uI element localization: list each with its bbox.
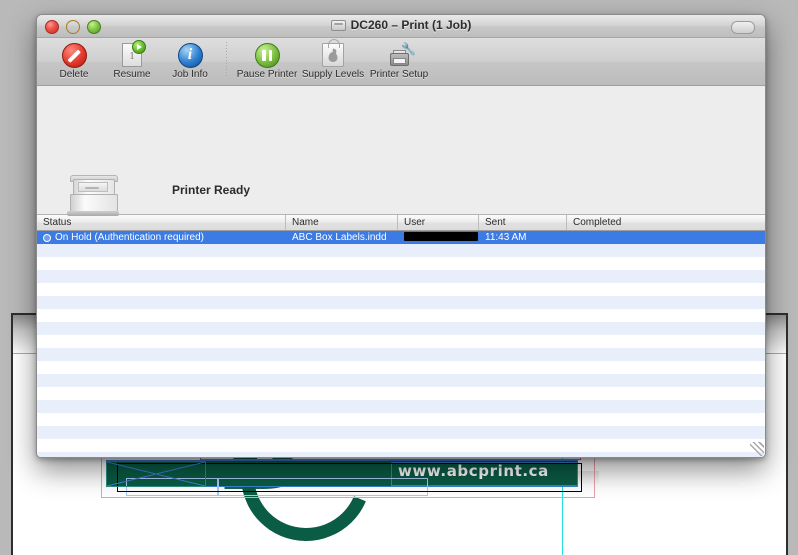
table-row-empty[interactable] — [37, 322, 765, 335]
printer-status-text: Printer Ready — [172, 183, 251, 197]
table-row-empty[interactable] — [37, 244, 765, 257]
pause-printer-button[interactable]: Pause Printer — [234, 38, 300, 80]
printer-status-area: Printer Ready — [37, 86, 765, 216]
window-title-text: DC260 – Print (1 Job) — [350, 18, 472, 32]
delete-button-label: Delete — [59, 69, 89, 80]
info-icon: i — [177, 41, 203, 68]
column-header-user[interactable]: User — [398, 215, 479, 230]
table-row-empty[interactable] — [37, 335, 765, 348]
pause-printer-button-label: Pause Printer — [236, 69, 298, 80]
table-row-empty[interactable] — [37, 296, 765, 309]
table-row-empty[interactable] — [37, 439, 765, 452]
table-row-empty[interactable] — [37, 257, 765, 270]
printer-setup-button-label: Printer Setup — [369, 69, 429, 80]
column-header-completed[interactable]: Completed — [567, 215, 765, 230]
job-info-button-label: Job Info — [172, 69, 208, 80]
window-resize-grip[interactable] — [750, 442, 764, 456]
printer-setup-icon: 🔧 — [386, 41, 416, 67]
printer-icon — [330, 19, 346, 31]
table-row-empty[interactable] — [37, 387, 765, 400]
printer-setup-button[interactable]: 🔧 Printer Setup — [366, 38, 432, 80]
table-row-empty[interactable] — [37, 361, 765, 374]
table-row-empty[interactable] — [37, 283, 765, 296]
supply-levels-button[interactable]: Supply Levels — [300, 38, 366, 80]
job-user-cell — [398, 231, 479, 244]
empty-frame-cross — [107, 462, 205, 486]
job-list-header: Status Name User Sent Completed — [37, 215, 765, 231]
table-row[interactable]: On Hold (Authentication required) ABC Bo… — [37, 231, 765, 244]
column-header-name[interactable]: Name — [286, 215, 398, 230]
table-row-empty[interactable] — [37, 309, 765, 322]
resume-button-label: Resume — [113, 69, 151, 80]
table-row-empty[interactable] — [37, 426, 765, 439]
pause-icon — [254, 41, 280, 68]
delete-button[interactable]: Delete — [45, 38, 103, 80]
job-info-button[interactable]: i Job Info — [161, 38, 219, 80]
window-toolbar: Delete 1 Resume i Job Info Pause Printer… — [37, 38, 765, 86]
laser-printer-illustration — [66, 170, 120, 216]
job-sent-text: 11:43 AM — [485, 232, 527, 243]
toolbar-separator — [226, 42, 227, 76]
window-titlebar[interactable]: DC260 – Print (1 Job) — [37, 15, 765, 38]
toolbar-toggle-button[interactable] — [731, 21, 755, 34]
resume-icon: 1 — [119, 40, 146, 67]
column-header-status[interactable]: Status — [37, 215, 286, 230]
table-row-empty[interactable] — [37, 400, 765, 413]
job-name-text: ABC Box Labels.indd — [292, 232, 387, 243]
job-list-body[interactable]: On Hold (Authentication required) ABC Bo… — [37, 231, 765, 457]
resume-button[interactable]: 1 Resume — [103, 38, 161, 80]
delete-icon — [61, 41, 87, 68]
job-status-text: On Hold (Authentication required) — [55, 232, 204, 243]
table-row-empty[interactable] — [37, 413, 765, 426]
screen: B www.abcprint.ca — [0, 0, 798, 555]
supply-levels-button-label: Supply Levels — [301, 69, 365, 80]
window-title: DC260 – Print (1 Job) — [37, 18, 765, 34]
column-header-sent[interactable]: Sent — [479, 215, 567, 230]
redaction-bar — [404, 231, 478, 241]
table-row-empty[interactable] — [37, 348, 765, 361]
table-row-empty[interactable] — [37, 270, 765, 283]
table-row-empty[interactable] — [37, 452, 765, 457]
print-queue-window[interactable]: DC260 – Print (1 Job) Delete 1 Resume i … — [36, 14, 766, 458]
table-row-empty[interactable] — [37, 374, 765, 387]
supply-bag-icon — [320, 39, 346, 67]
on-hold-icon — [43, 233, 51, 242]
